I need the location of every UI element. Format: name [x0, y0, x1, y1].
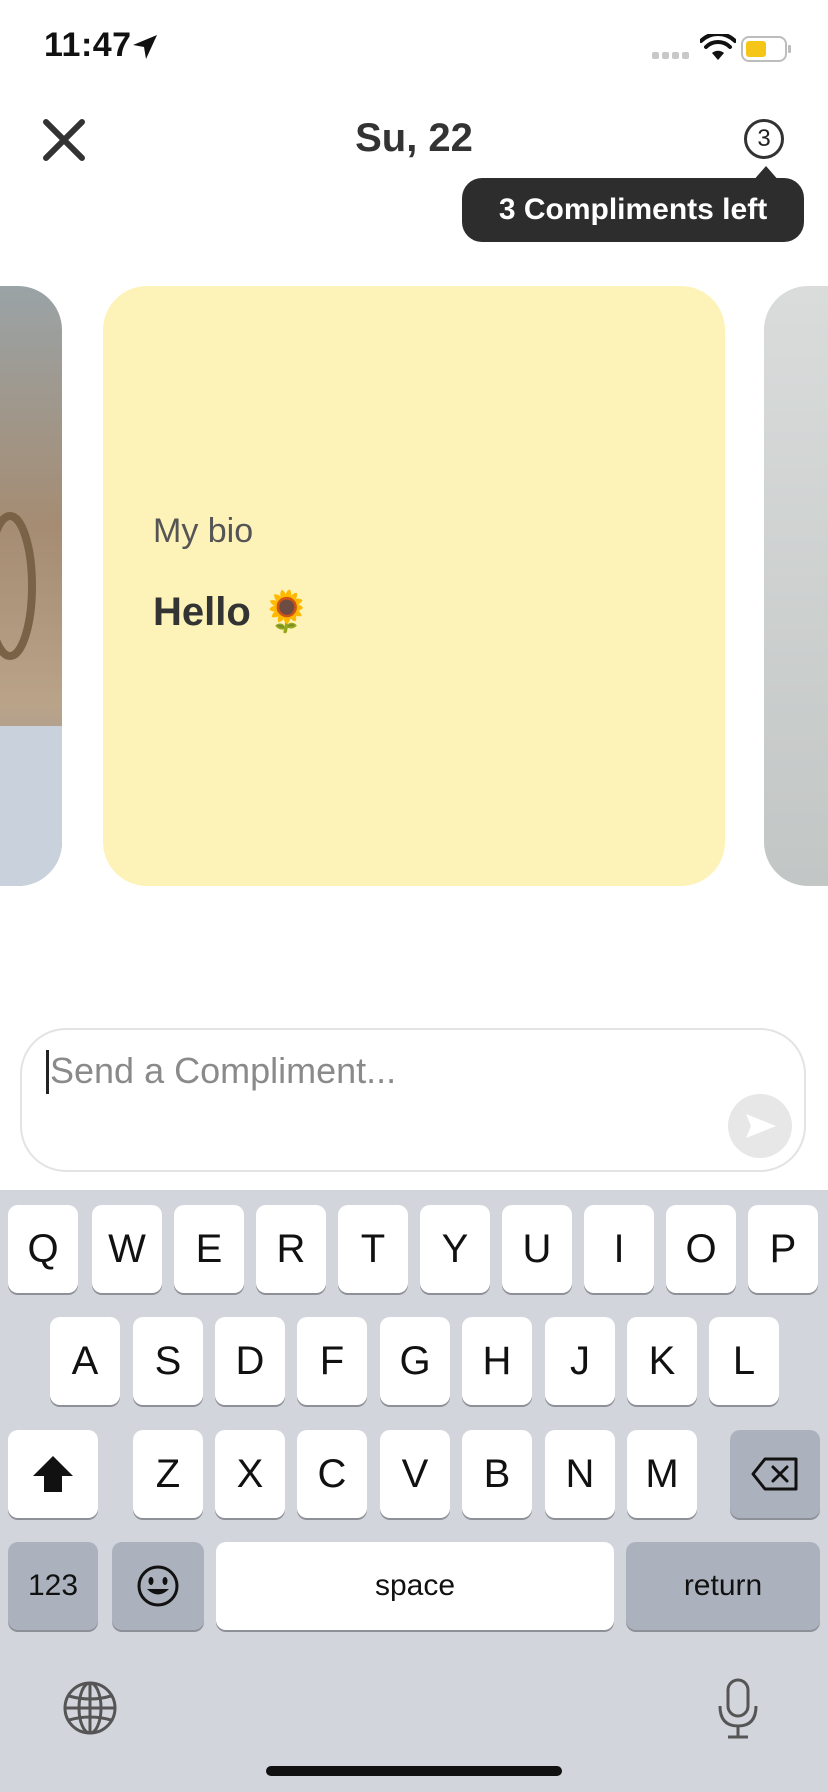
key-m[interactable]: M — [627, 1430, 697, 1518]
key-n[interactable]: N — [545, 1430, 615, 1518]
bio-label: My bio — [153, 512, 254, 550]
emoji-icon — [137, 1565, 179, 1607]
photo-image — [0, 286, 62, 886]
space-key[interactable]: space — [216, 1542, 614, 1630]
photo-image — [764, 286, 828, 886]
key-r[interactable]: R — [256, 1205, 326, 1293]
key-w[interactable]: W — [92, 1205, 162, 1293]
shift-key[interactable] — [8, 1430, 98, 1518]
key-j[interactable]: J — [545, 1317, 615, 1405]
key-l[interactable]: L — [709, 1317, 779, 1405]
key-d[interactable]: D — [215, 1317, 285, 1405]
key-x[interactable]: X — [215, 1430, 285, 1518]
key-i[interactable]: I — [584, 1205, 654, 1293]
key-y[interactable]: Y — [420, 1205, 490, 1293]
compliment-placeholder: Send a Compliment... — [50, 1050, 397, 1091]
return-key[interactable]: return — [626, 1542, 820, 1630]
backspace-key[interactable] — [730, 1430, 820, 1518]
send-button[interactable] — [728, 1094, 792, 1158]
key-u[interactable]: U — [502, 1205, 572, 1293]
key-s[interactable]: S — [133, 1317, 203, 1405]
shift-arrow-icon — [33, 1456, 73, 1492]
key-a[interactable]: A — [50, 1317, 120, 1405]
keyboard: Q W E R T Y U I O P A S D F G H J K L Z … — [0, 1190, 828, 1792]
key-g[interactable]: G — [380, 1317, 450, 1405]
microphone-icon[interactable] — [712, 1678, 764, 1740]
wifi-icon — [700, 34, 736, 60]
key-q[interactable]: Q — [8, 1205, 78, 1293]
numbers-key[interactable]: 123 — [8, 1542, 98, 1630]
key-f[interactable]: F — [297, 1317, 367, 1405]
globe-icon[interactable] — [62, 1680, 118, 1736]
bio-card: My bio Hello 🌻 — [103, 286, 725, 886]
key-t[interactable]: T — [338, 1205, 408, 1293]
key-k[interactable]: K — [627, 1317, 697, 1405]
emoji-key[interactable] — [112, 1542, 204, 1630]
signal-icon — [652, 52, 689, 59]
backspace-icon — [751, 1457, 798, 1491]
home-indicator — [266, 1766, 562, 1776]
bio-text: Hello 🌻 — [153, 590, 312, 634]
key-h[interactable]: H — [462, 1317, 532, 1405]
previous-photo-card[interactable] — [0, 286, 62, 886]
status-time: 11:47 — [44, 26, 132, 64]
compliments-tooltip: 3 Compliments left — [462, 178, 804, 242]
send-arrow-icon — [746, 1114, 776, 1138]
next-photo-card[interactable] — [764, 286, 828, 886]
compliment-input[interactable]: Send a Compliment... — [20, 1028, 806, 1172]
key-o[interactable]: O — [666, 1205, 736, 1293]
key-c[interactable]: C — [297, 1430, 367, 1518]
key-b[interactable]: B — [462, 1430, 532, 1518]
battery-icon — [741, 36, 791, 62]
key-e[interactable]: E — [174, 1205, 244, 1293]
compliments-counter[interactable]: 3 — [744, 119, 784, 159]
text-cursor — [46, 1050, 49, 1094]
page-title: Su, 22 — [355, 116, 473, 160]
location-arrow-icon — [133, 35, 157, 59]
key-z[interactable]: Z — [133, 1430, 203, 1518]
key-p[interactable]: P — [748, 1205, 818, 1293]
key-v[interactable]: V — [380, 1430, 450, 1518]
